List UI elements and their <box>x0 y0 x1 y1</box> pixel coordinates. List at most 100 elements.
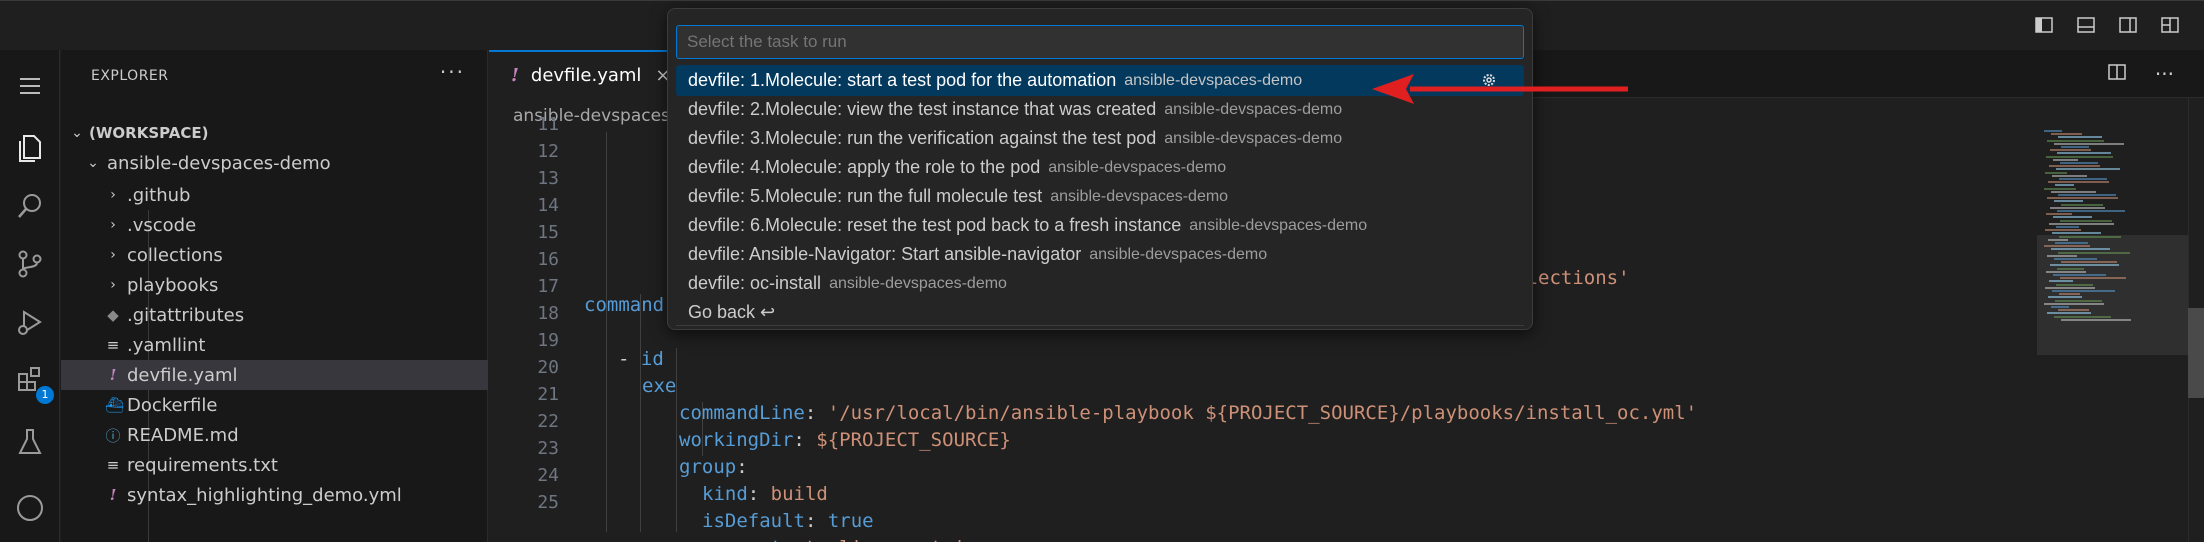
task-item[interactable]: devfile: 4.Molecule: apply the role to t… <box>676 152 1524 183</box>
line-number: 15 <box>537 222 559 243</box>
minimap-line <box>2058 309 2089 312</box>
minimap-line <box>2061 261 2117 264</box>
lines-icon: ≡ <box>106 456 120 474</box>
minimap-line <box>2060 162 2098 164</box>
minimap-line <box>2049 222 2114 225</box>
chevron-right-icon: › <box>110 187 116 203</box>
tree-folder[interactable]: › .vscode <box>61 210 488 240</box>
toggle-panel-icon[interactable] <box>2076 15 2096 35</box>
task-item[interactable]: devfile: Ansible-Navigator: Start ansibl… <box>676 239 1524 270</box>
minimap-line <box>2058 136 2102 139</box>
explorer-icon[interactable] <box>12 130 48 166</box>
tree-file[interactable]: ! devfile.yaml <box>61 360 488 390</box>
lines-icon: ≡ <box>106 336 120 354</box>
code-line-16: command <box>584 294 665 316</box>
minimap-line <box>2047 139 2104 142</box>
minimap-line <box>2054 200 2083 203</box>
tree-file[interactable]: ⓘ README.md <box>61 420 488 450</box>
minimap-line <box>2050 206 2105 209</box>
tree-item-label: collections <box>127 244 223 266</box>
minimap-line <box>2052 232 2101 235</box>
tree-folder-root[interactable]: ⌄ ansible-devspaces-demo <box>61 148 488 178</box>
task-item[interactable]: devfile: 6.Molecule: reset the test pod … <box>676 210 1524 241</box>
tree-file[interactable]: ⛴ Dockerfile <box>61 390 488 420</box>
task-search-input[interactable] <box>676 25 1524 59</box>
minimap-line <box>2060 277 2126 280</box>
task-label: devfile: 4.Molecule: apply the role to t… <box>688 157 1041 177</box>
more-actions-icon[interactable]: ··· <box>440 60 465 84</box>
customize-layout-icon[interactable] <box>2160 15 2180 35</box>
split-editor-icon[interactable] <box>2107 62 2127 87</box>
exclamation-icon: ! <box>109 366 117 384</box>
minimap-line <box>2051 248 2110 251</box>
tree-folder[interactable]: › .github <box>61 180 488 210</box>
chevron-down-icon: ⌄ <box>71 125 83 141</box>
task-description: ansible-devspaces-demo <box>1048 158 1227 176</box>
tree-folder[interactable]: › playbooks <box>61 270 488 300</box>
task-item[interactable]: devfile: 3.Molecule: run the verificatio… <box>676 123 1524 154</box>
minimap-line <box>2046 155 2113 158</box>
testing-icon[interactable] <box>12 424 48 460</box>
minimap-line <box>2045 286 2095 289</box>
tree-file[interactable]: ! syntax_highlighting_demo.yml <box>61 480 488 510</box>
task-description: ansible-devspaces-demo <box>1050 187 1229 205</box>
tree-file[interactable]: ◆ .gitattributes <box>61 300 488 330</box>
line-number: 12 <box>537 141 559 162</box>
info-icon: ⓘ <box>105 426 121 445</box>
scrollbar-thumb[interactable] <box>2188 308 2204 398</box>
tree-folder[interactable]: › collections <box>61 240 488 270</box>
indent-guide <box>640 294 641 532</box>
code-line-18: - id <box>618 348 664 370</box>
minimap-line <box>2046 213 2072 216</box>
line-number: 25 <box>537 492 559 513</box>
minimap-line <box>2047 312 2091 315</box>
minimap-line <box>2056 226 2079 228</box>
tree-file[interactable]: ≡ requirements.txt <box>61 450 488 480</box>
line-number: 11 <box>537 114 559 135</box>
workspace-label: (WORKSPACE) <box>89 124 209 142</box>
tree-file[interactable]: ≡ .yamllint <box>61 330 488 360</box>
extensions-badge: 1 <box>36 386 54 404</box>
task-label: devfile: 6.Molecule: reset the test pod … <box>688 215 1182 235</box>
vertical-scrollbar[interactable] <box>2188 98 2204 542</box>
minimap-line <box>2045 229 2081 232</box>
minimap-line <box>2061 146 2089 148</box>
toggle-secondary-sidebar-icon[interactable] <box>2118 15 2138 35</box>
task-quick-pick: devfile: 1.Molecule: start a test pod fo… <box>667 8 1533 330</box>
minimap-line <box>2051 190 2096 193</box>
tree-item-label: requirements.txt <box>127 454 278 476</box>
minimap-line <box>2051 133 2082 136</box>
run-debug-icon[interactable] <box>12 304 48 340</box>
line-number: 24 <box>537 465 559 486</box>
task-item[interactable]: Go back ↩ <box>676 297 1524 328</box>
toggle-primary-sidebar-icon[interactable] <box>2034 15 2054 35</box>
task-label: devfile: Ansible-Navigator: Start ansibl… <box>688 244 1082 264</box>
extensions-icon[interactable]: 1 <box>12 362 54 404</box>
task-label: devfile: 1.Molecule: start a test pod fo… <box>688 70 1117 90</box>
source-control-icon[interactable] <box>12 246 48 282</box>
menu-icon[interactable] <box>12 68 48 104</box>
minimap-line <box>2049 280 2073 283</box>
tab-devfile-yaml[interactable]: ! devfile.yaml × <box>489 50 671 98</box>
more-actions-icon[interactable]: ··· <box>2155 62 2174 87</box>
yaml-file-icon: ! <box>511 64 519 86</box>
task-item[interactable]: devfile: 5.Molecule: run the full molecu… <box>676 181 1524 212</box>
line-number: 13 <box>537 168 559 189</box>
workspace-section[interactable]: ⌄ (WORKSPACE) <box>61 118 488 148</box>
account-icon[interactable] <box>12 490 48 526</box>
search-icon[interactable] <box>12 188 48 224</box>
minimap-line <box>2044 245 2090 248</box>
chevron-right-icon: › <box>110 277 116 293</box>
code-area[interactable]: ects/ansible-devspaces-demo/collections'… <box>584 132 1697 542</box>
docker-icon: ⛴ <box>105 396 125 414</box>
tree-item-label: devfile.yaml <box>127 364 238 386</box>
minimap-line <box>2057 267 2084 270</box>
code-line-21: workingDir: ${PROJECT_SOURCE} <box>679 429 1011 451</box>
minimap[interactable] <box>2044 130 2134 530</box>
minimap-line <box>2044 187 2076 190</box>
line-number: 16 <box>537 249 559 270</box>
task-item[interactable]: devfile: oc-install ansible-devspaces-dem… <box>676 268 1524 299</box>
minimap-line <box>2059 235 2121 238</box>
minimap-line <box>2046 270 2086 273</box>
annotation-arrow <box>1372 74 1628 104</box>
